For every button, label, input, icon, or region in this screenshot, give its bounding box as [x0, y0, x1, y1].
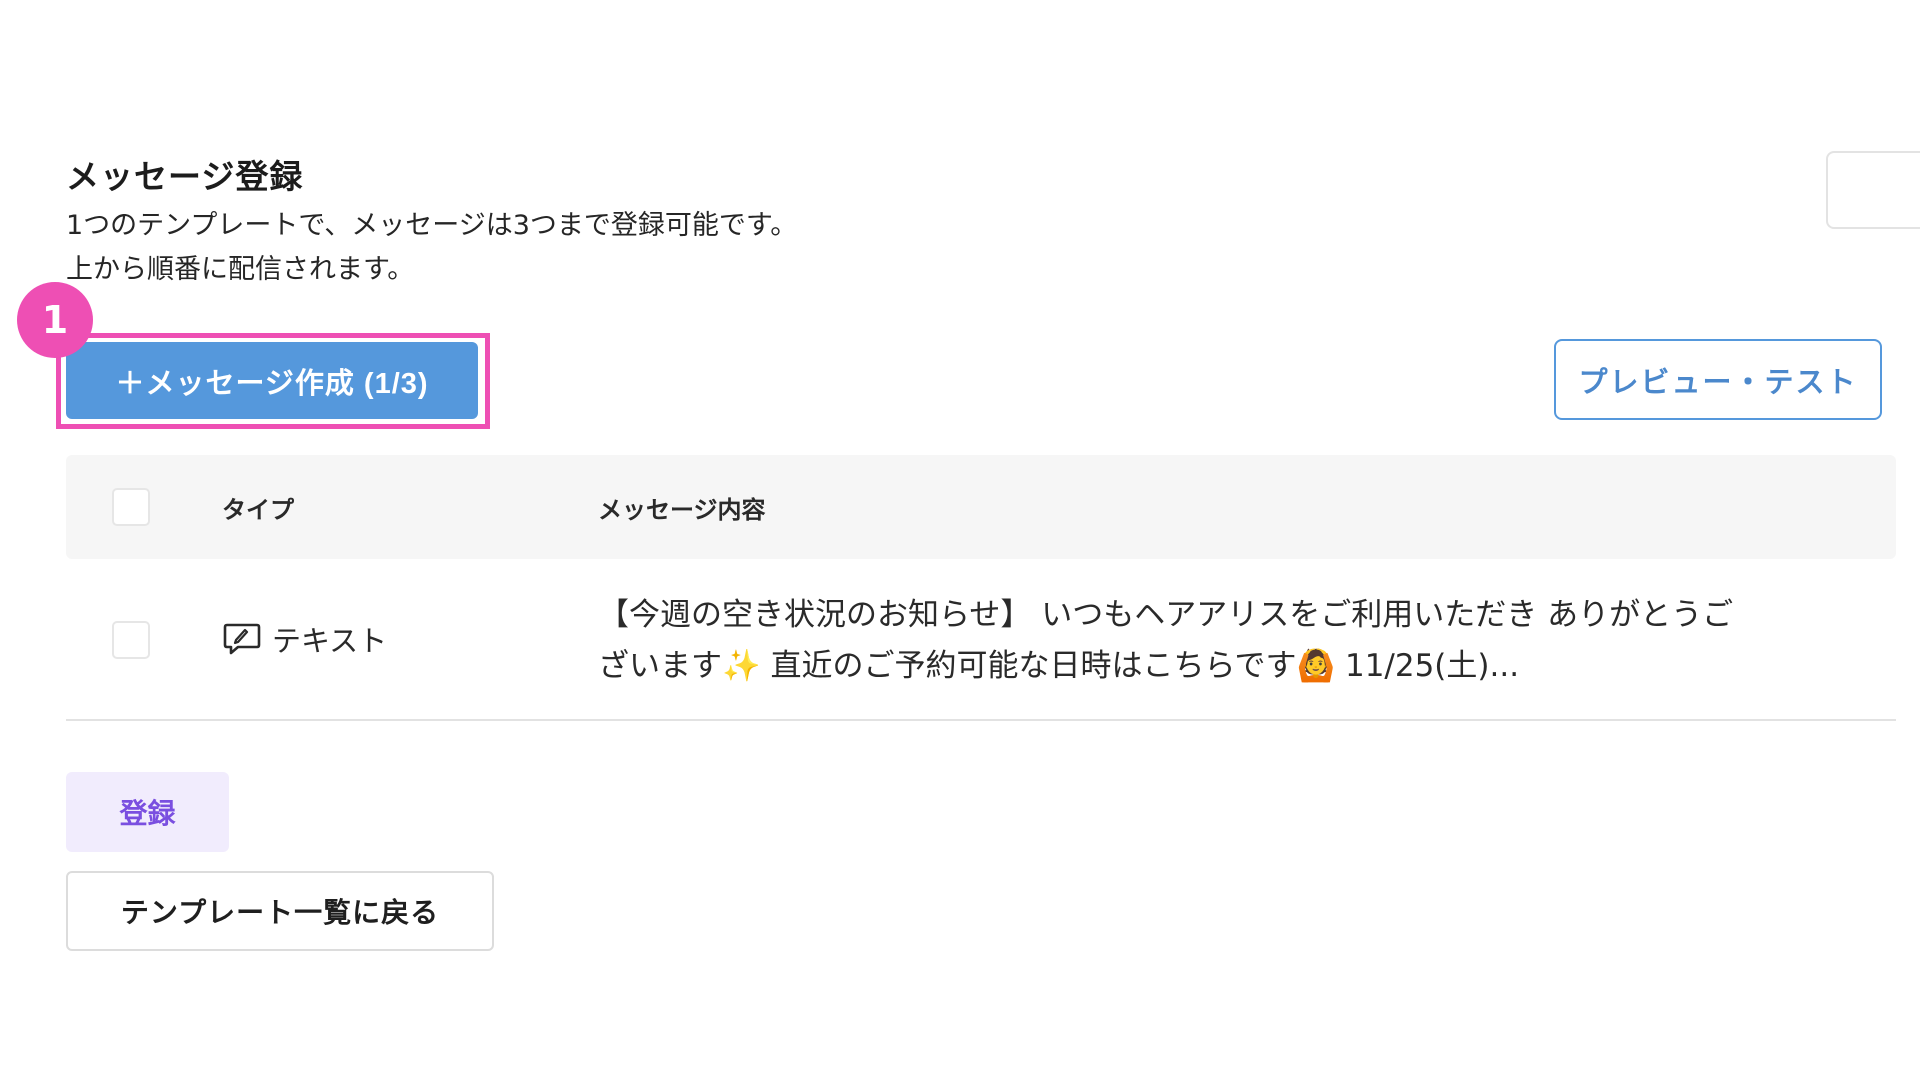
create-message-button[interactable]: ＋メッセージ作成 (1/3) [66, 342, 478, 419]
back-to-template-list-button[interactable]: テンプレート一覧に戻る [66, 871, 494, 951]
column-header-type: タイプ [222, 496, 294, 524]
row-divider [66, 719, 1896, 721]
select-all-checkbox[interactable] [112, 488, 150, 526]
chat-bubble-icon [222, 619, 262, 659]
type-cell: テキスト [222, 618, 387, 660]
row-checkbox[interactable] [112, 621, 150, 659]
register-button[interactable]: 登録 [66, 772, 229, 852]
message-content-cell[interactable]: 【今週の空き状況のお知らせ】 いつもヘアアリスをご利用いただき ありがとうござい… [598, 590, 1758, 692]
top-right-button[interactable] [1826, 151, 1920, 229]
description-line-1: 1つのテンプレートで、メッセージは3つまで登録可能です。 [66, 210, 798, 241]
description-line-2: 上から順番に配信されます。 [66, 254, 415, 285]
section-title: メッセージ登録 [66, 157, 304, 196]
type-label: テキスト [272, 624, 388, 658]
section-description: 1つのテンプレートで、メッセージは3つまで登録可能です。 上から順番に配信されま… [66, 204, 797, 292]
step-number-badge: 1 [17, 282, 93, 358]
table-header [66, 455, 1896, 559]
message-registration-page: メッセージ登録 1つのテンプレートで、メッセージは3つまで登録可能です。 上から… [0, 0, 1920, 1080]
column-header-content: メッセージ内容 [598, 496, 766, 524]
preview-test-button[interactable]: プレビュー・テスト [1554, 339, 1882, 420]
